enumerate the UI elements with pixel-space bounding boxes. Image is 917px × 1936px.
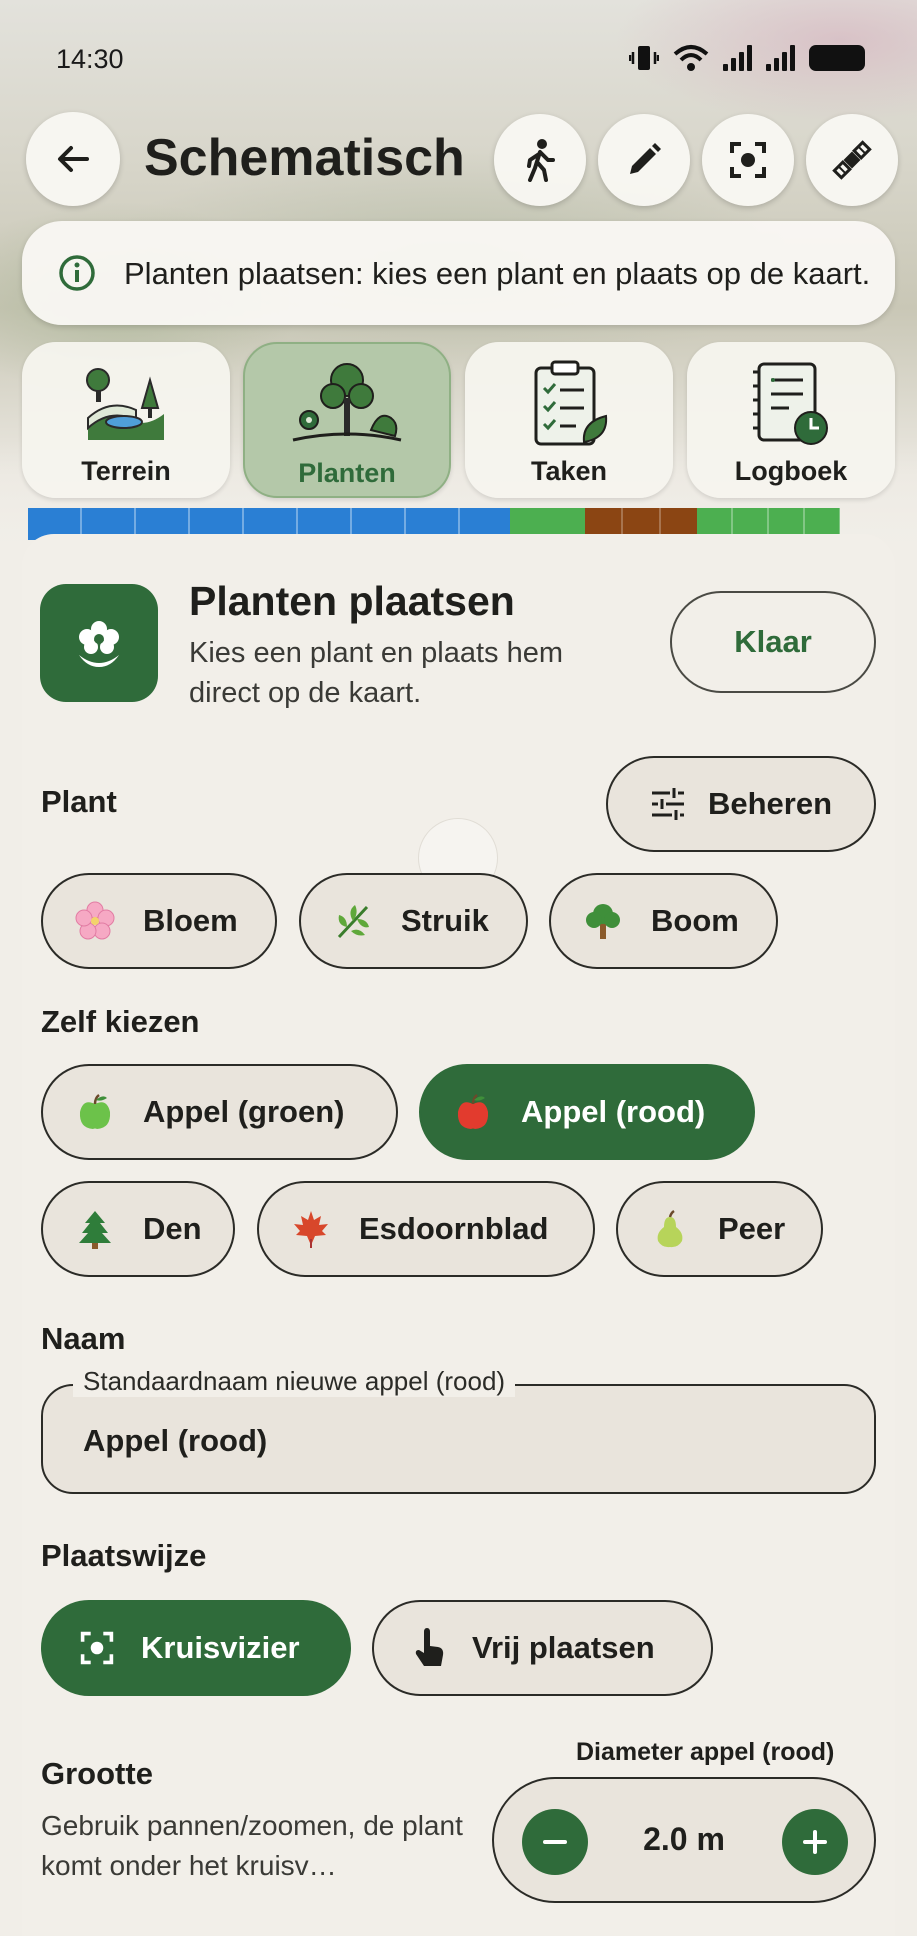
header: Schematisch: [0, 110, 917, 210]
herb-icon: [333, 901, 373, 941]
sheet-subtitle: Kies een plant en plaats hem direct op d…: [189, 637, 564, 709]
arrow-left-icon: [58, 146, 89, 172]
focus-button[interactable]: [702, 114, 794, 206]
chip-esdoornblad-label: Esdoornblad: [359, 1211, 549, 1246]
chip-peer-label: Peer: [718, 1211, 786, 1246]
tab-taken-label: Taken: [530, 456, 608, 486]
sliders-icon: [651, 788, 684, 820]
green-apple-icon: [75, 1092, 115, 1132]
diameter-stepper: 2.0 m: [492, 1777, 876, 1903]
name-input[interactable]: [83, 1416, 843, 1466]
name-field[interactable]: Standaardnaam nieuwe appel (rood): [41, 1366, 876, 1494]
red-apple-icon: [453, 1092, 493, 1132]
chip-den-label: Den: [143, 1211, 202, 1246]
chip-appel-groen[interactable]: Appel (groen): [41, 1064, 398, 1160]
maple-leaf-icon: [291, 1209, 331, 1249]
tab-planten-label: Planten: [298, 458, 396, 488]
crosshair-focus-icon: [80, 1631, 114, 1665]
name-field-label: Standaardnaam nieuwe appel (rood): [73, 1366, 516, 1397]
vibrate-icon: [629, 46, 659, 70]
placement-crosshair-button[interactable]: Kruisvizier: [41, 1600, 351, 1696]
size-section-label: Grootte: [41, 1756, 153, 1791]
tab-logboek[interactable]: Logboek: [687, 342, 895, 498]
done-button[interactable]: Klaar: [670, 591, 876, 693]
info-icon: [50, 254, 104, 292]
chip-struik[interactable]: Struik: [299, 873, 528, 969]
page-title: Schematisch: [144, 129, 465, 187]
manage-button-label: Beheren: [707, 786, 833, 821]
chip-appel-rood[interactable]: Appel (rood): [419, 1064, 755, 1160]
wifi-icon: [673, 45, 709, 71]
chip-struik-label: Struik: [401, 903, 489, 938]
chip-appel-rood-label: Appel (rood): [521, 1094, 706, 1129]
terrain-icon: [80, 354, 172, 454]
battery-icon: [809, 45, 865, 71]
cherry-blossom-icon: [75, 901, 115, 941]
sheet-title: Planten plaatsen: [189, 578, 515, 624]
walking-person-icon: [527, 139, 555, 182]
name-section-label: Naam: [41, 1321, 126, 1356]
custom-section-label: Zelf kiezen: [41, 1004, 200, 1039]
edit-button[interactable]: [598, 114, 690, 206]
sheet-icon: [40, 584, 158, 702]
satellite-button[interactable]: [806, 114, 898, 206]
chip-esdoornblad[interactable]: Esdoornblad: [257, 1181, 595, 1277]
clipboard-checklist-icon: [526, 354, 612, 454]
status-time: 14:30: [56, 44, 124, 74]
increase-button[interactable]: [782, 1809, 848, 1875]
size-description: Gebruik pannen/zoomen, de plant komt ond…: [41, 1810, 463, 1881]
decrease-button[interactable]: [522, 1809, 588, 1875]
chip-appel-groen-label: Appel (groen): [143, 1094, 345, 1129]
pear-icon: [650, 1209, 690, 1249]
tab-logboek-label: Logboek: [734, 456, 848, 486]
signal-icon: [723, 45, 752, 71]
status-icons: [629, 44, 865, 72]
deciduous-tree-icon: [583, 901, 623, 941]
crosshair-focus-icon: [730, 142, 766, 178]
walk-mode-button[interactable]: [494, 114, 586, 206]
flower-icon: [79, 621, 119, 667]
chip-bloem-label: Bloem: [143, 903, 238, 938]
satellite-icon: [832, 140, 872, 180]
placement-free-button[interactable]: Vrij plaatsen: [372, 1600, 713, 1696]
diameter-label: Diameter appel (rood): [576, 1738, 835, 1766]
placement-free-label: Vrij plaatsen: [472, 1630, 655, 1665]
chip-peer[interactable]: Peer: [616, 1181, 823, 1277]
category-tabs: Terrein Planten Taken Logboek: [22, 342, 895, 498]
placement-crosshair-label: Kruisvizier: [141, 1630, 300, 1665]
chip-boom-label: Boom: [651, 903, 739, 938]
evergreen-tree-icon: [75, 1209, 115, 1249]
tab-terrein[interactable]: Terrein: [22, 342, 230, 498]
manage-button[interactable]: Beheren: [606, 756, 876, 852]
pencil-icon: [630, 143, 661, 174]
diameter-value: 2.0 m: [643, 1821, 725, 1857]
chip-bloem[interactable]: Bloem: [41, 873, 277, 969]
tab-terrein-label: Terrein: [81, 456, 171, 486]
status-bar: 14:30: [0, 0, 917, 110]
plant-section-label: Plant: [41, 784, 117, 819]
tab-planten[interactable]: Planten: [243, 342, 451, 498]
app-screen: 14:30 Schematisch Planten plaatsen: kies…: [0, 0, 917, 1936]
info-banner: Planten plaatsen: kies een plant en plaa…: [22, 221, 895, 325]
tap-finger-icon: [415, 1628, 444, 1666]
logbook-clock-icon: [745, 354, 837, 454]
info-text: Planten plaatsen: kies een plant en plaa…: [124, 255, 871, 291]
chip-boom[interactable]: Boom: [549, 873, 778, 969]
chip-den[interactable]: Den: [41, 1181, 235, 1277]
signal-icon-2: [766, 45, 795, 71]
plus-icon: [803, 1830, 827, 1854]
plants-icon: [287, 356, 407, 456]
back-button[interactable]: [26, 112, 120, 206]
minus-icon: [543, 1840, 567, 1844]
placement-section-label: Plaatswijze: [41, 1538, 207, 1573]
tab-taken[interactable]: Taken: [465, 342, 673, 498]
